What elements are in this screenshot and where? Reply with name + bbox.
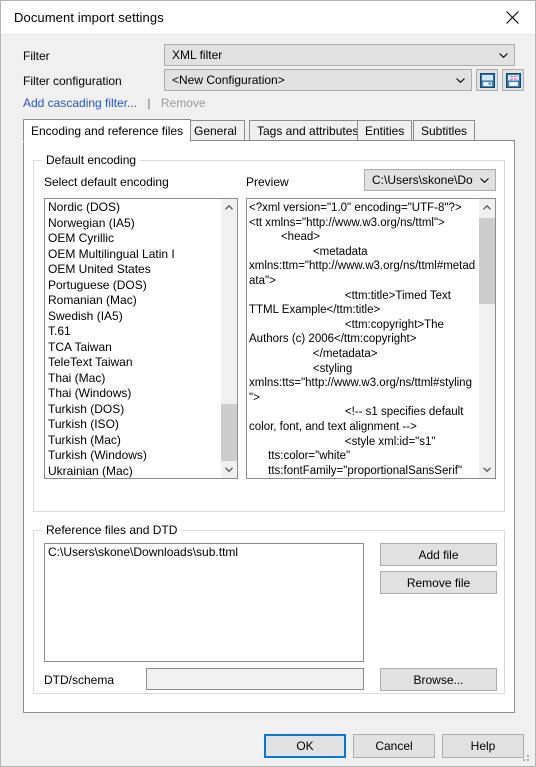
preview-scrollbar[interactable] (478, 199, 495, 478)
list-item[interactable]: Nordic (DOS) (46, 200, 220, 216)
default-encoding-group-title: Default encoding (42, 153, 141, 167)
list-item[interactable]: Turkish (Mac) (46, 433, 220, 449)
list-item[interactable]: OEM Multilingual Latin I (46, 247, 220, 263)
browse-button[interactable]: Browse... (380, 668, 497, 691)
remove-file-button[interactable]: Remove file (380, 571, 497, 594)
list-item[interactable]: Portuguese (DOS) (46, 278, 220, 294)
remove-cascading-filter-link[interactable]: Remove (161, 96, 206, 110)
reference-files-group: Reference files and DTD C:\Users\skone\D… (33, 523, 505, 694)
chevron-down-icon (473, 177, 495, 183)
scroll-down-icon[interactable] (479, 461, 495, 478)
tab-tags-and-attributes[interactable]: Tags and attributes (249, 120, 367, 141)
tab-entities[interactable]: Entities (357, 120, 413, 141)
encoding-list-scroll-thumb[interactable] (221, 404, 237, 469)
list-item[interactable]: Swedish (IA5) (46, 309, 220, 325)
encoding-listbox[interactable]: Nordic (DOS) Norwegian (IA5) OEM Cyrillic O… (44, 198, 238, 479)
close-glyph (506, 10, 519, 24)
save-as-new-configuration-glyph (505, 72, 521, 88)
document-import-settings-dialog: Document import settings Filter XML filt… (0, 0, 536, 767)
resize-grip-icon[interactable] (519, 751, 531, 763)
filter-configuration-label: Filter configuration (23, 74, 122, 88)
list-item[interactable]: TCA Taiwan (46, 340, 220, 356)
reference-files-group-title: Reference files and DTD (42, 523, 182, 537)
list-item[interactable]: Ukrainian (Mac) (46, 464, 220, 479)
list-item[interactable]: TeleText Taiwan (46, 355, 220, 371)
scroll-down-icon[interactable] (221, 461, 237, 478)
filter-combo[interactable]: XML filter (164, 44, 515, 66)
preview-label: Preview (246, 175, 289, 189)
list-item[interactable]: Thai (Mac) (46, 371, 220, 387)
chevron-down-icon (449, 77, 471, 83)
preview-pane[interactable]: <?xml version="1.0" encoding="UTF-8"?> <… (246, 198, 496, 479)
preview-text: <?xml version="1.0" encoding="UTF-8"?> <… (249, 202, 476, 477)
encoding-list-items: Nordic (DOS) Norwegian (IA5) OEM Cyrillic O… (45, 199, 220, 478)
list-item[interactable]: Romanian (Mac) (46, 293, 220, 309)
list-item[interactable]: Turkish (ISO) (46, 417, 220, 433)
add-file-button[interactable]: Add file (380, 543, 497, 566)
reference-files-listbox[interactable]: C:\Users\skone\Downloads\sub.ttml (44, 543, 364, 662)
select-default-encoding-label: Select default encoding (44, 175, 169, 189)
list-item[interactable]: Norwegian (IA5) (46, 216, 220, 232)
filter-combo-value: XML filter (172, 48, 223, 62)
tab-general[interactable]: General (186, 120, 245, 141)
preview-file-combo[interactable]: C:\Users\skone\Downloa (364, 169, 496, 191)
tab-subtitles[interactable]: Subtitles (413, 120, 476, 141)
dtd-schema-input[interactable] (146, 668, 364, 690)
tab-page-encoding-and-reference-files: Default encoding Select default encoding… (23, 140, 515, 713)
tab-strip: Encoding and reference files General Tag… (23, 119, 515, 142)
dtd-schema-label: DTD/schema (44, 673, 115, 687)
filter-configuration-combo[interactable]: <New Configuration> (164, 69, 472, 91)
add-cascading-filter-link[interactable]: Add cascading filter... (23, 96, 137, 110)
list-item[interactable]: Turkish (Windows) (46, 448, 220, 464)
close-icon[interactable] (490, 1, 535, 33)
save-configuration-glyph (479, 72, 495, 88)
save-configuration-icon[interactable] (476, 69, 498, 91)
list-item[interactable]: C:\Users\skone\Downloads\sub.ttml (46, 545, 363, 561)
preview-file-combo-value: C:\Users\skone\Downloa (372, 173, 473, 187)
preview-scroll-thumb[interactable] (479, 218, 495, 304)
cascading-filter-links: Add cascading filter... | Remove (23, 96, 206, 110)
list-item[interactable]: OEM Cyrillic (46, 231, 220, 247)
filter-label: Filter (23, 49, 50, 63)
save-as-new-configuration-icon[interactable] (502, 69, 524, 91)
scroll-up-icon[interactable] (221, 199, 237, 216)
list-item[interactable]: Thai (Windows) (46, 386, 220, 402)
tab-encoding-and-reference-files[interactable]: Encoding and reference files (23, 119, 192, 142)
reference-file-items: C:\Users\skone\Downloads\sub.ttml (45, 544, 363, 661)
encoding-list-scrollbar[interactable] (220, 199, 237, 478)
filter-configuration-combo-value: <New Configuration> (172, 73, 285, 87)
list-item[interactable]: Turkish (DOS) (46, 402, 220, 418)
list-item[interactable]: OEM United States (46, 262, 220, 278)
title-bar: Document import settings (1, 1, 535, 35)
cancel-button[interactable]: Cancel (353, 734, 435, 758)
default-encoding-group: Default encoding Select default encoding… (33, 153, 505, 512)
help-button[interactable]: Help (442, 734, 524, 758)
chevron-down-icon (492, 52, 514, 58)
scroll-up-icon[interactable] (479, 199, 495, 216)
ok-button[interactable]: OK (264, 734, 346, 758)
list-item[interactable]: T.61 (46, 324, 220, 340)
link-separator: | (147, 96, 151, 110)
resize-grip-glyph (523, 755, 529, 761)
window-title: Document import settings (14, 10, 164, 25)
